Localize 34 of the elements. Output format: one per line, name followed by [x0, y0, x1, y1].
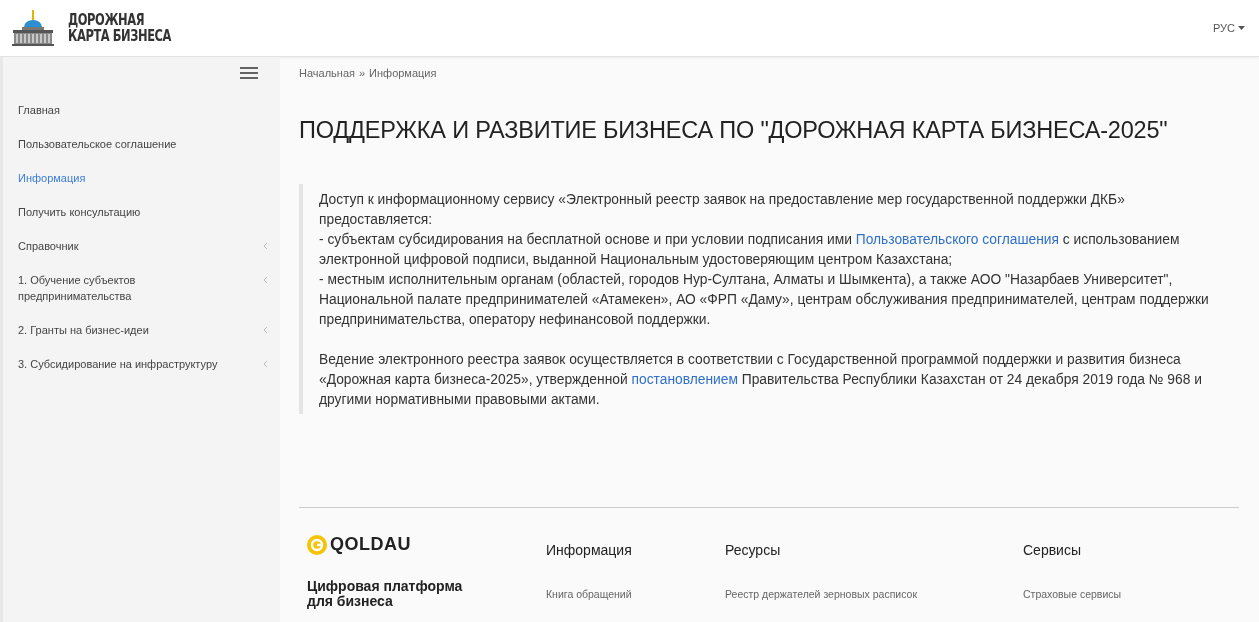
paragraph: Доступ к информационному сервису «Электронный реестр заявок на предоставление мер государственной поддержки ДКБ» предоставляется: - субъектам субсидирования на бесплатной основе и при условии подписания ими Пользовательского соглашения с использованием электронной цифровой подписи, выданной Национальным удостоверяющим центром Казахстана; - местным исполнительным органам (областей, городов Нур-Султана, Алматы и Шымкента), а также АОО "Назарбаев Университет", Национальной палате предпринимателей «Атамекен», АО «ФРП «Даму», центрам обслуживания предпринимателей, центрам поддержки предпринимательства, оператору нефинансовой поддержки. — [319, 191, 1210, 329]
caret-icon — [1238, 26, 1245, 30]
footer-link[interactable]: Страховые сервисы — [1023, 588, 1239, 600]
footer-link[interactable]: Книга обращений — [546, 588, 725, 600]
footer-heading: Сервисы — [1023, 542, 1082, 558]
sidebar-item[interactable]: Справочник — [3, 229, 280, 263]
text-link[interactable]: Пользовательского соглашения — [855, 232, 1059, 247]
logo-text: ДОРОЖНАЯ КАРТА БИЗНЕСА — [68, 12, 172, 44]
page-title: ПОДДЕРЖКА И РАЗВИТИЕ БИЗНЕСА ПО "ДОРОЖНАЯ КАРТА БИЗНЕСА-2025" — [299, 117, 1169, 144]
paragraph: Ведение электронного реестра заявок осуществляется в соответствии с Государственной программой поддержки и развития бизнеса «Дорожная карта бизнеса-2025», утвержденной постановлением Правительства Республики Казахстан от 24 декабря 2019 года № 968 и другими нормативными правовыми актами. — [319, 351, 1203, 409]
qoldau-logo-icon — [307, 534, 327, 555]
menu-icon[interactable] — [240, 67, 258, 79]
text-link[interactable]: постановлением — [631, 372, 738, 387]
sidebar-item[interactable]: Получить консультацию — [3, 195, 280, 229]
chevron-left-icon — [263, 242, 268, 250]
breadcrumb-link[interactable]: Информация — [369, 67, 437, 79]
chevron-left-icon — [263, 360, 268, 368]
language-dropdown[interactable]: РУС — [1212, 22, 1245, 34]
sidebar-item[interactable]: 2. Гранты на бизнес-идеи — [3, 313, 280, 347]
sidebar-item[interactable]: Информация — [3, 161, 280, 195]
tagline: Цифровая платформа для бизнеса — [307, 579, 464, 609]
sidebar-item[interactable]: Главная — [3, 93, 280, 127]
footer-heading: Ресурсы — [725, 542, 782, 558]
building-logo-icon — [12, 10, 54, 46]
sidebar-item[interactable]: 3. Субсидирование на инфраструктуру — [3, 347, 280, 381]
footer-link[interactable]: Реестр держателей зерновых расписок — [725, 588, 1023, 600]
brand-name: QOLDAU — [330, 534, 411, 555]
chevron-left-icon — [263, 276, 268, 284]
breadcrumb-link[interactable]: Начальная — [299, 67, 355, 79]
footer-heading: Информация — [546, 542, 633, 558]
sidebar-item[interactable]: Пользовательское соглашение — [3, 127, 280, 161]
sidebar-item[interactable]: 1. Обучение субъектов предпринимательства — [3, 263, 280, 313]
breadcrumb-separator: » — [358, 67, 366, 79]
chevron-left-icon — [263, 326, 268, 334]
